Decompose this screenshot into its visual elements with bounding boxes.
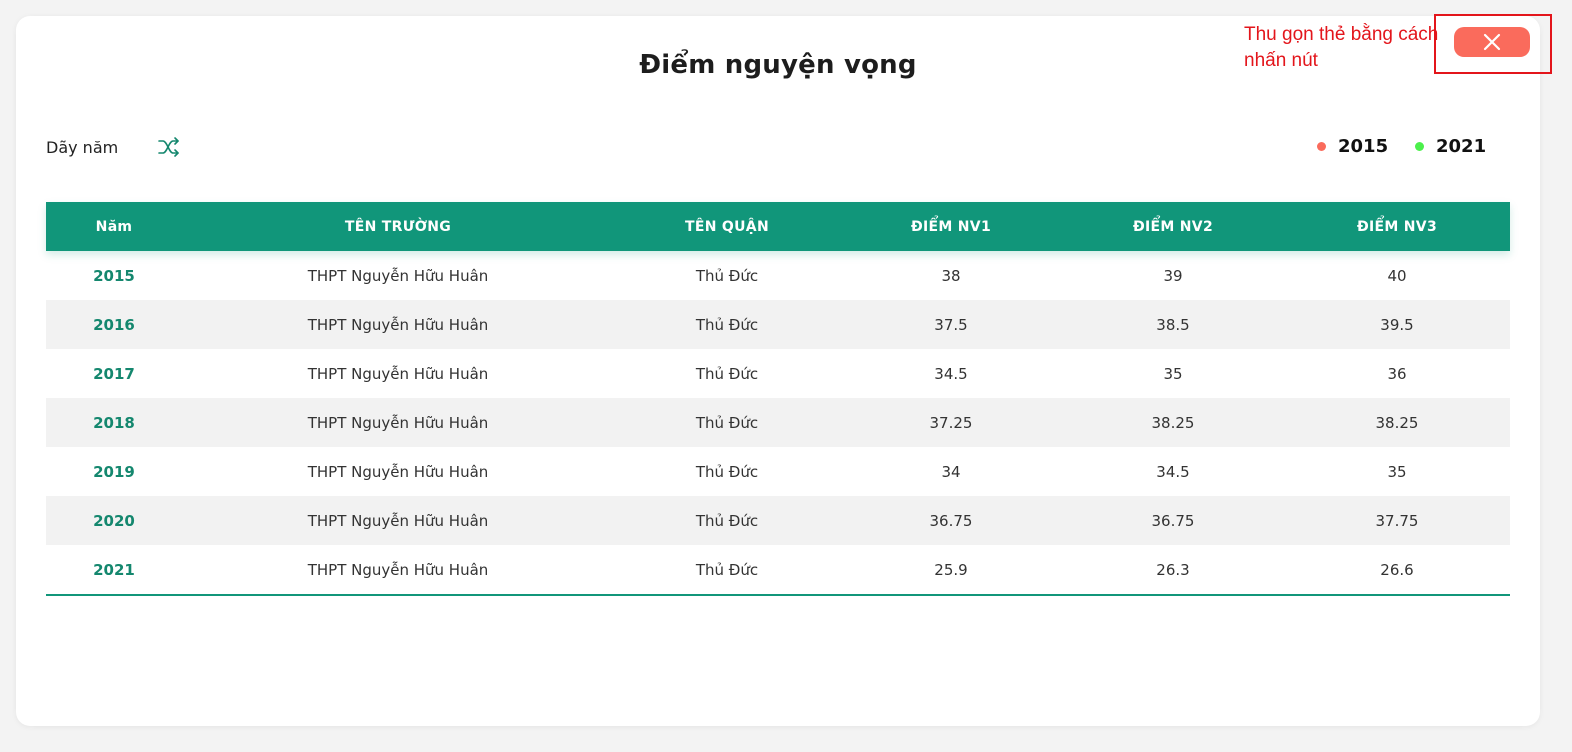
cell-school: THPT Nguyễn Hữu Huân [307, 413, 489, 432]
close-button[interactable] [1454, 27, 1530, 57]
cell-nv3: 40 [1387, 266, 1407, 285]
cell-school: THPT Nguyễn Hữu Huân [307, 315, 489, 334]
score-table: Năm TÊN TRƯỜNG TÊN QUẬN ĐIỂM NV1 ĐIỂM NV… [46, 202, 1510, 596]
cell-nv2: 38.5 [1156, 315, 1190, 334]
cell-nv2: 26.3 [1156, 560, 1190, 579]
header-nv3[interactable]: ĐIỂM NV3 [1284, 219, 1510, 235]
table-row: 2019 THPT Nguyễn Hữu Huân Thủ Đức 34 34.5 35 [46, 447, 1510, 496]
cell-nv3: 37.75 [1375, 511, 1419, 530]
cell-year: 2018 [93, 413, 135, 432]
cell-year: 2019 [93, 462, 135, 481]
table-body: 2015 THPT Nguyễn Hữu Huân Thủ Đức 38 39 40 201… [46, 251, 1510, 594]
cell-nv3: 26.6 [1380, 560, 1414, 579]
cell-school: THPT Nguyễn Hữu Huân [307, 560, 489, 579]
cell-nv2: 36.75 [1151, 511, 1195, 530]
table-row: 2021 THPT Nguyễn Hữu Huân Thủ Đức 25.9 26.3 2… [46, 545, 1510, 594]
cell-district: Thủ Đức [695, 266, 759, 285]
cell-school: THPT Nguyễn Hữu Huân [307, 511, 489, 530]
cell-nv1: 25.9 [934, 560, 968, 579]
header-school[interactable]: TÊN TRƯỜNG [182, 219, 614, 235]
cell-nv3: 38.25 [1375, 413, 1419, 432]
cell-year: 2020 [93, 511, 135, 530]
cell-district: Thủ Đức [695, 315, 759, 334]
header-nv2[interactable]: ĐIỂM NV2 [1062, 219, 1284, 235]
cell-nv3: 39.5 [1380, 315, 1414, 334]
cell-nv1: 37.25 [929, 413, 973, 432]
header-nv1[interactable]: ĐIỂM NV1 [840, 219, 1062, 235]
cell-nv2: 35 [1163, 364, 1183, 383]
cell-nv2: 34.5 [1156, 462, 1190, 481]
cell-nv1: 38 [941, 266, 961, 285]
cell-district: Thủ Đức [695, 511, 759, 530]
table-row: 2016 THPT Nguyễn Hữu Huân Thủ Đức 37.5 38.5 3… [46, 300, 1510, 349]
cell-district: Thủ Đức [695, 413, 759, 432]
header-year[interactable]: Năm [46, 219, 182, 235]
cell-nv2: 39 [1163, 266, 1183, 285]
cell-nv3: 35 [1387, 462, 1407, 481]
table-row: 2015 THPT Nguyễn Hữu Huân Thủ Đức 38 39 40 [46, 251, 1510, 300]
cell-district: Thủ Đức [695, 364, 759, 383]
cell-district: Thủ Đức [695, 462, 759, 481]
cell-district: Thủ Đức [695, 560, 759, 579]
cell-school: THPT Nguyễn Hữu Huân [307, 266, 489, 285]
collapse-hint: Thu gọn thẻ bằng cách nhấn nút [1244, 24, 1439, 71]
table-header: Năm TÊN TRƯỜNG TÊN QUẬN ĐIỂM NV1 ĐIỂM NV… [46, 202, 1510, 251]
legend-item-2015: 2015 [1317, 134, 1388, 158]
cell-year: 2016 [93, 315, 135, 334]
header-district[interactable]: TÊN QUẬN [614, 219, 840, 235]
legend-dot [1415, 141, 1424, 151]
cell-nv2: 38.25 [1151, 413, 1195, 432]
table-row: 2020 THPT Nguyễn Hữu Huân Thủ Đức 36.75 36.7… [46, 496, 1510, 545]
cell-year: 2015 [93, 266, 135, 285]
legend-label: 2015 [1338, 135, 1389, 157]
cell-nv1: 34.5 [934, 364, 968, 383]
cell-school: THPT Nguyễn Hữu Huân [307, 364, 489, 383]
close-icon [1483, 33, 1501, 51]
table-row: 2018 THPT Nguyễn Hữu Huân Thủ Đức 37.25 38.2… [46, 398, 1510, 447]
cell-school: THPT Nguyễn Hữu Huân [307, 462, 489, 481]
cell-nv3: 36 [1387, 364, 1407, 383]
cell-nv1: 37.5 [934, 315, 968, 334]
cell-year: 2017 [93, 364, 135, 383]
cell-nv1: 34 [941, 462, 961, 481]
cell-nv1: 36.75 [929, 511, 973, 530]
shuffle-icon[interactable] [157, 136, 181, 158]
sort-label: Dãy năm [46, 138, 119, 157]
cell-year: 2021 [93, 560, 135, 579]
legend-label: 2021 [1436, 135, 1487, 157]
legend-item-2021: 2021 [1415, 134, 1486, 158]
legend-dot [1317, 141, 1326, 151]
table-row: 2017 THPT Nguyễn Hữu Huân Thủ Đức 34.5 35 36 [46, 349, 1510, 398]
